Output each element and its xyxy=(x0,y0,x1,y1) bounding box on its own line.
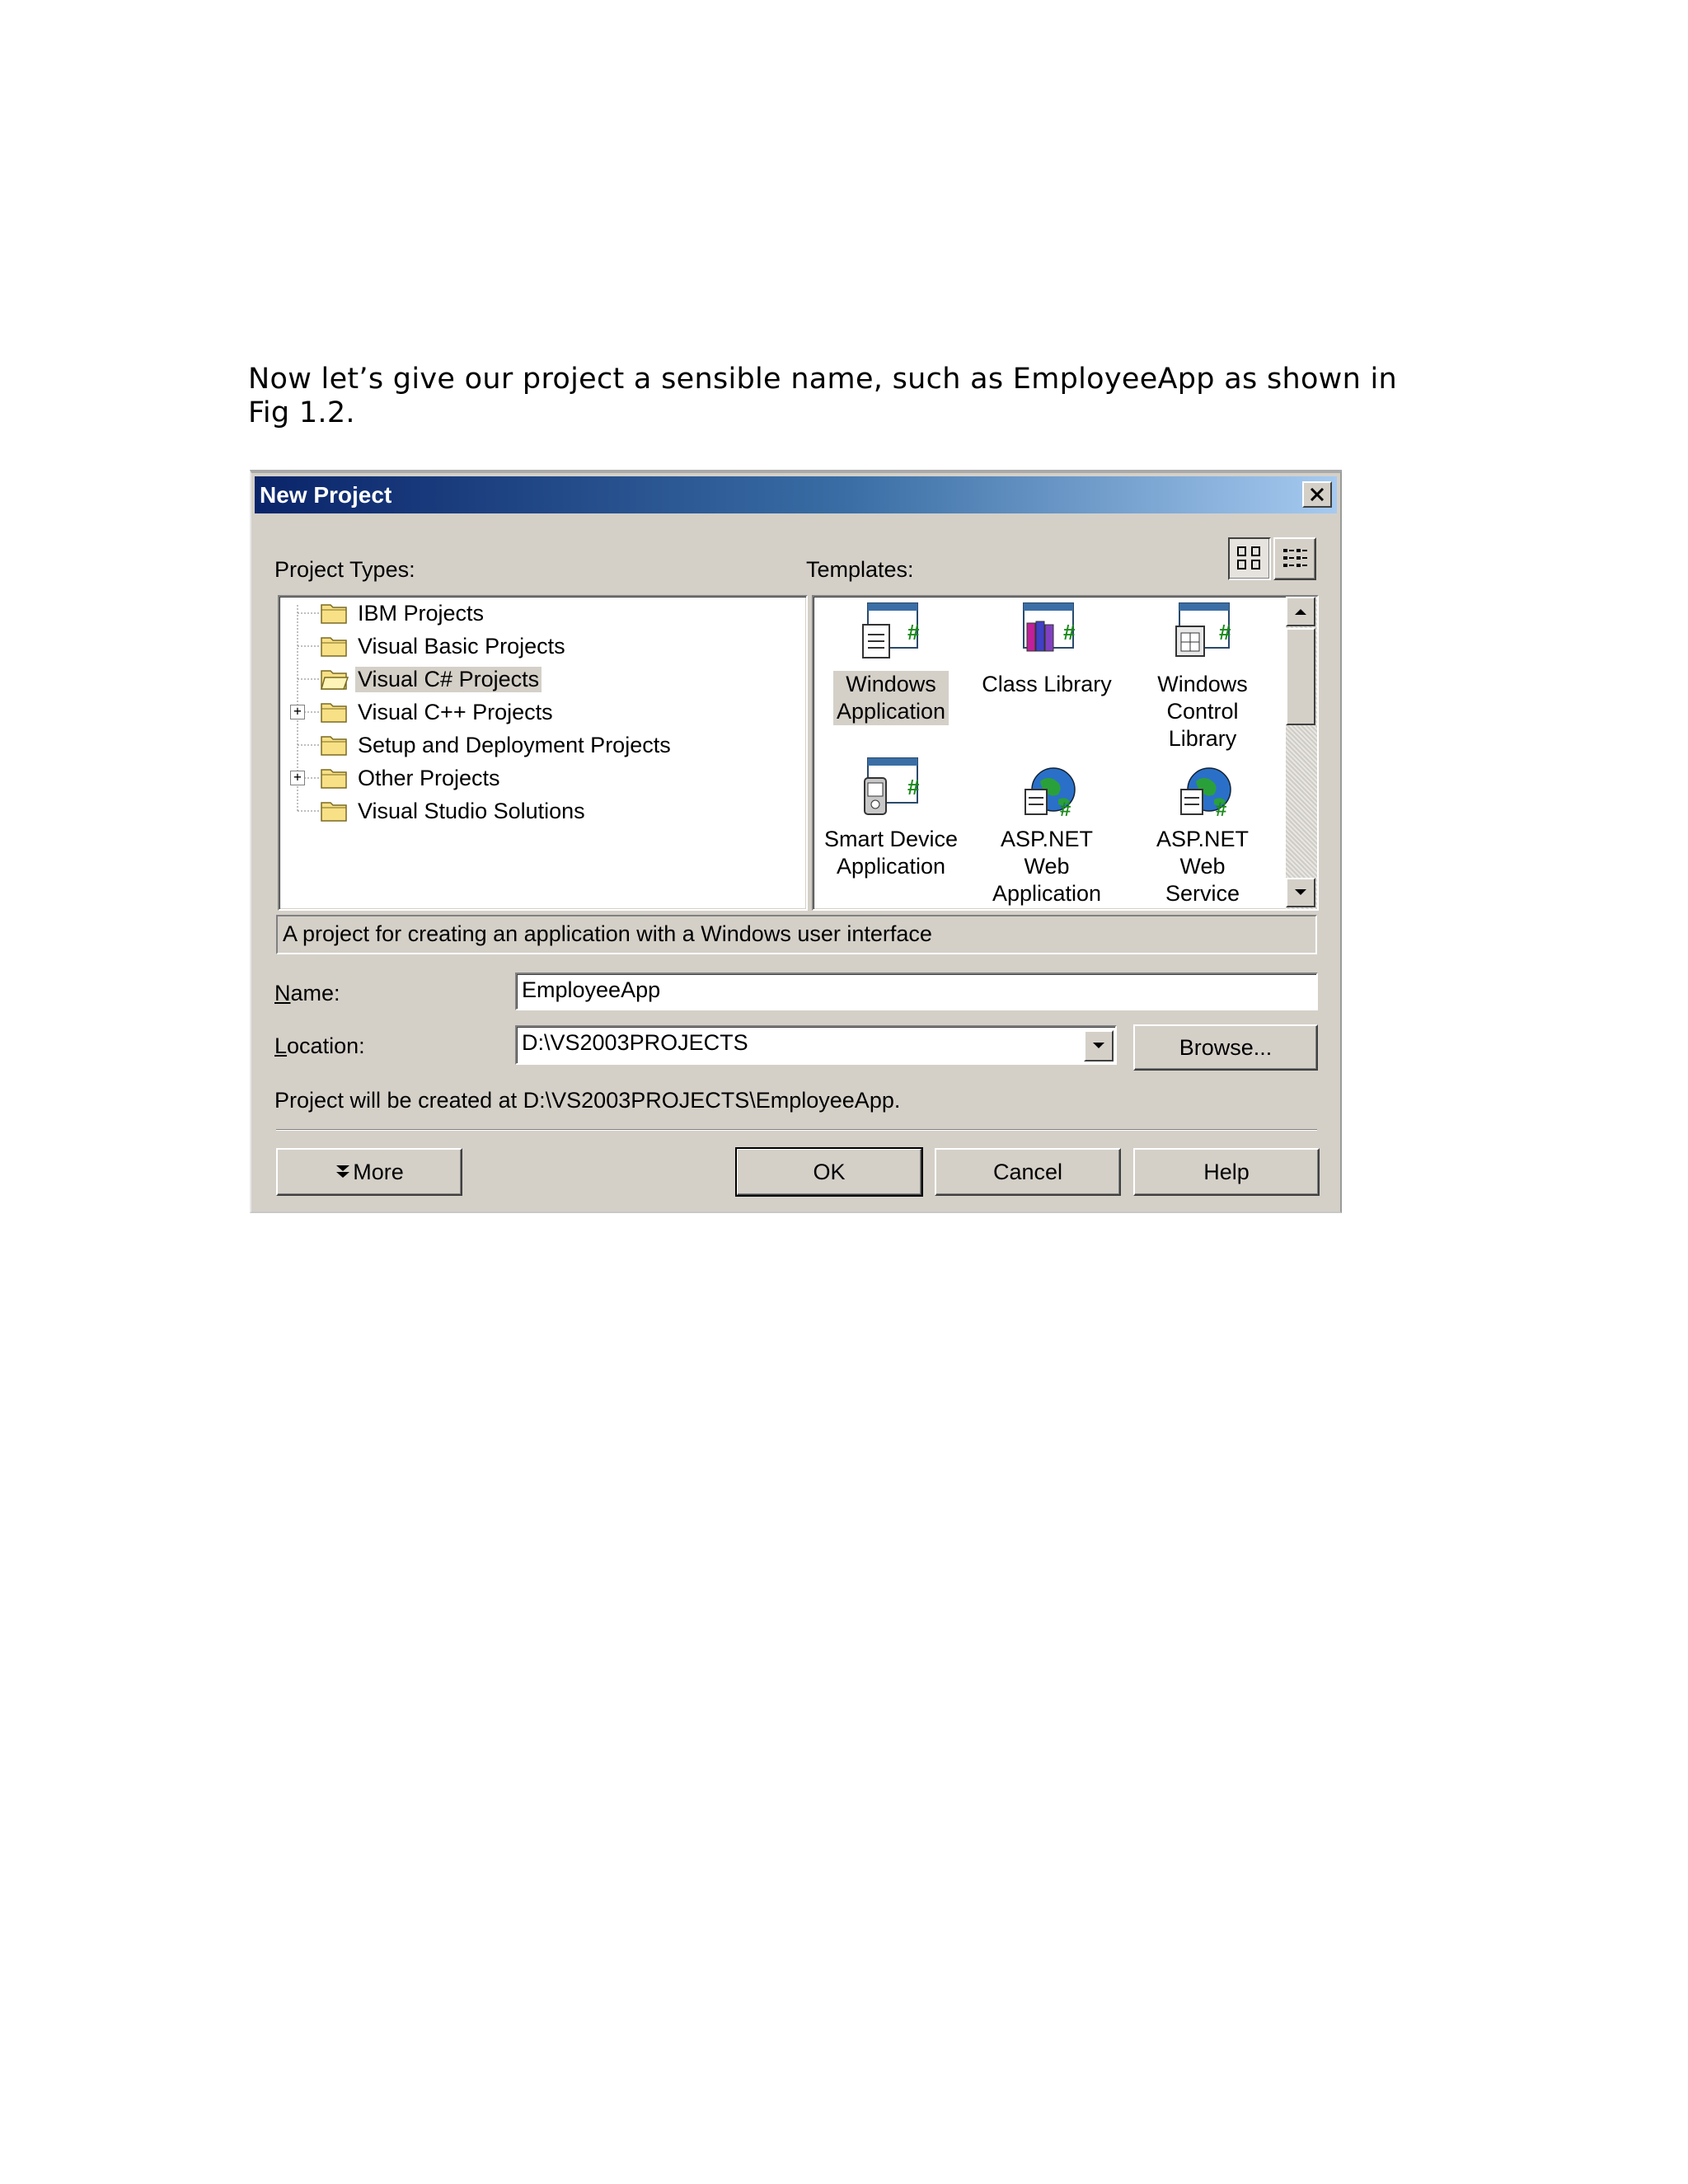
large-icons-view-icon xyxy=(1237,546,1260,569)
template-description: A project for creating an application wi… xyxy=(276,915,1317,954)
tree-item-label: Setup and Deployment Projects xyxy=(358,732,671,757)
template-label: Smart Device Application xyxy=(823,827,959,879)
aspnet-web-service-icon: # xyxy=(1180,767,1231,819)
template-item[interactable]: # ASP.NET Web Service xyxy=(1128,757,1277,907)
arrow-up-icon xyxy=(1295,609,1306,615)
tree-item-label: Other Projects xyxy=(358,765,500,790)
svg-text:#: # xyxy=(1060,799,1071,819)
svg-text:#: # xyxy=(1063,620,1076,644)
large-icons-view-button[interactable] xyxy=(1228,537,1271,580)
tree-item-label: Visual Basic Projects xyxy=(358,633,565,658)
scroll-down-button[interactable] xyxy=(1286,878,1315,907)
svg-text:#: # xyxy=(907,620,920,644)
template-item[interactable]: # ASP.NET Web Application xyxy=(973,757,1121,907)
template-item[interactable]: # Windows Application xyxy=(817,602,965,725)
project-location-preview: Project will be created at D:\VS2003PROJ… xyxy=(274,1088,901,1113)
tree-item-label: Visual Studio Solutions xyxy=(358,798,585,823)
folder-icon xyxy=(321,637,347,657)
windows-application-icon: # xyxy=(862,602,920,658)
dialog-title-bar[interactable]: New Project xyxy=(255,476,1337,513)
windows-control-library-icon: # xyxy=(1175,602,1231,657)
name-label: Name: xyxy=(274,981,340,1005)
template-label: Class Library xyxy=(982,672,1112,696)
tree-item[interactable]: IBM Projects xyxy=(321,597,486,630)
template-item[interactable]: # Windows Control Library xyxy=(1128,602,1277,752)
folder-icon xyxy=(321,604,347,624)
template-label: Windows Control Library xyxy=(1157,672,1248,751)
new-project-dialog: New Project Project Types: Templates: IB… xyxy=(250,470,1342,1213)
open-folder-icon xyxy=(321,670,349,690)
close-icon xyxy=(1310,488,1325,501)
templates-list[interactable]: # Windows Application # Class Library # Wi… xyxy=(812,595,1319,911)
help-button[interactable]: Help xyxy=(1133,1148,1320,1196)
scroll-thumb[interactable] xyxy=(1286,628,1315,725)
folder-icon xyxy=(321,802,347,822)
templates-label: Templates: xyxy=(806,557,914,582)
aspnet-web-application-icon: # xyxy=(1025,767,1076,819)
template-label: ASP.NET Web Service xyxy=(1156,827,1250,906)
location-dropdown-button[interactable] xyxy=(1084,1030,1114,1062)
tree-item-label: Visual C# Projects xyxy=(355,666,542,692)
document-paragraph: Now let’s give our project a sensible na… xyxy=(248,363,1398,429)
folder-icon xyxy=(321,769,347,789)
templates-scrollbar[interactable] xyxy=(1286,597,1317,909)
expand-icon[interactable]: + xyxy=(290,771,305,785)
tree-item[interactable]: Visual Basic Projects xyxy=(321,630,568,663)
close-button[interactable] xyxy=(1302,481,1332,508)
ok-button[interactable]: OK xyxy=(735,1147,923,1197)
more-button[interactable]: More xyxy=(276,1148,462,1196)
name-input[interactable]: EmployeeApp xyxy=(515,972,1318,1010)
tree-item[interactable]: Visual Studio Solutions xyxy=(321,794,588,827)
double-chevron-down-icon xyxy=(336,1165,350,1178)
list-view-icon xyxy=(1283,549,1307,567)
tree-item[interactable]: Other Projects xyxy=(321,762,503,794)
template-item[interactable]: # Class Library xyxy=(973,602,1121,698)
template-label: Windows Application xyxy=(832,671,950,725)
location-value: D:\VS2003PROJECTS xyxy=(522,1030,748,1055)
tree-item[interactable]: Visual C++ Projects xyxy=(321,696,556,729)
tree-item[interactable]: Visual C# Projects xyxy=(321,663,542,696)
tree-item-label: IBM Projects xyxy=(358,600,485,626)
template-item[interactable]: # Smart Device Application xyxy=(817,757,965,880)
cancel-button[interactable]: Cancel xyxy=(935,1148,1121,1196)
scroll-up-button[interactable] xyxy=(1286,597,1315,626)
expand-icon[interactable]: + xyxy=(290,705,305,719)
folder-icon xyxy=(321,736,347,756)
folder-icon xyxy=(321,703,347,723)
svg-text:#: # xyxy=(1219,620,1231,644)
svg-text:#: # xyxy=(907,775,920,799)
smart-device-application-icon: # xyxy=(864,757,920,815)
svg-text:#: # xyxy=(1216,799,1226,819)
class-library-icon: # xyxy=(1023,602,1076,652)
arrow-down-icon xyxy=(1295,889,1306,895)
template-label: ASP.NET Web Application xyxy=(992,827,1102,906)
dialog-title: New Project xyxy=(260,482,392,508)
project-types-label: Project Types: xyxy=(274,557,415,582)
location-label: Location: xyxy=(274,1033,365,1058)
location-combobox[interactable]: D:\VS2003PROJECTS xyxy=(515,1025,1117,1065)
project-types-tree[interactable]: IBM Projects Visual Basic Projects Visua… xyxy=(278,595,808,911)
tree-item-label: Visual C++ Projects xyxy=(358,699,553,724)
browse-button[interactable]: Browse... xyxy=(1133,1024,1318,1071)
chevron-down-icon xyxy=(1093,1043,1104,1048)
small-icons-view-button[interactable] xyxy=(1273,537,1316,580)
separator xyxy=(276,1129,1317,1131)
tree-item[interactable]: Setup and Deployment Projects xyxy=(321,729,673,762)
